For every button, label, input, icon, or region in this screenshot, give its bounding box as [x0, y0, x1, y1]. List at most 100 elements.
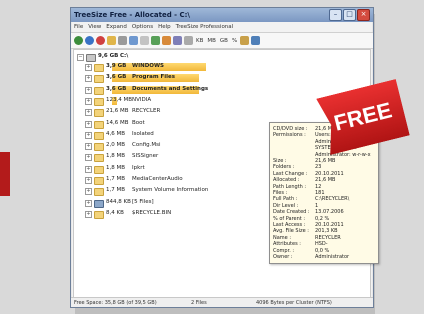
tooltip-key: Folders :	[273, 164, 295, 171]
folder-size: 1,8 MB	[106, 164, 126, 171]
expand-icon[interactable]: +	[85, 97, 92, 105]
folder-icon	[94, 109, 104, 118]
expand-icon[interactable]: +	[85, 154, 92, 162]
tooltip-key: Path Length :	[273, 183, 307, 190]
expand-icon[interactable]: +	[85, 64, 92, 71]
status-free-space: Free Space: 35,8 GB (of 39,5 GB)	[74, 300, 157, 306]
left-red-panel	[0, 152, 10, 196]
stop-icon[interactable]	[96, 36, 105, 45]
expand-icon[interactable]: +	[85, 210, 92, 218]
gb-button[interactable]: GB	[219, 38, 229, 44]
sort-icon[interactable]	[240, 36, 250, 45]
tooltip-key: Name :	[273, 234, 292, 241]
tooltip-value: 1	[315, 202, 319, 209]
close-icon[interactable]: ×	[357, 9, 370, 21]
collapse-icon[interactable]: −	[77, 54, 84, 61]
scan-icon[interactable]	[74, 36, 83, 45]
menu-expand[interactable]: Expand	[106, 24, 127, 30]
expand-icon[interactable]: +	[85, 75, 92, 83]
tooltip-key: Last Change :	[273, 170, 308, 177]
folder-icon	[94, 165, 104, 174]
tooltip-value: 21,6 MB	[315, 177, 336, 184]
tree-row[interactable]: +3,6 GB Program Files	[74, 73, 370, 84]
tooltip-value: 12	[315, 183, 322, 190]
toolbar: KB MB GB %	[71, 33, 373, 49]
folder-icon	[94, 75, 104, 84]
percent-icon[interactable]	[162, 36, 171, 45]
menu-help[interactable]: Help	[158, 24, 171, 30]
mb-button[interactable]: MB	[206, 38, 217, 44]
tooltip-value: 201,3 KB	[315, 228, 338, 235]
filter-icon[interactable]	[251, 36, 261, 45]
kb-button[interactable]: KB	[195, 38, 204, 44]
folder-size: 3,6 GB	[106, 85, 127, 92]
expand-icon[interactable]: +	[85, 109, 92, 117]
folder-open-icon[interactable]	[107, 36, 116, 45]
window-title: TreeSize Free - Allocated - C:\	[74, 11, 190, 19]
percent-button[interactable]: %	[231, 38, 238, 44]
tree-row[interactable]: +3,9 GB WINDOWS	[74, 62, 370, 72]
tooltip-key: Allocated :	[273, 177, 300, 184]
title-bar[interactable]: TreeSize Free - Allocated - C:\ – □ ×	[71, 8, 373, 22]
folder-icon	[94, 120, 104, 129]
folder-icon	[94, 199, 104, 208]
refresh-icon[interactable]	[85, 36, 94, 45]
expand-icon[interactable]: +	[85, 131, 92, 139]
folder-icon	[94, 177, 104, 185]
menu-file[interactable]: File	[74, 24, 83, 30]
tooltip-value: 21,6 MB	[315, 158, 336, 164]
tooltip-key: CD/DVD size :	[273, 126, 308, 132]
copy-icon[interactable]	[140, 36, 149, 45]
tooltip-key: Compr. :	[273, 247, 295, 254]
menu-view[interactable]: View	[88, 24, 101, 30]
free-badge-text: FREE	[331, 97, 395, 136]
folder-name: MediaCenterAudio	[132, 176, 183, 182]
folder-name: Config.Msi	[132, 142, 161, 149]
tree-root-row[interactable]: − 9,6 GB C:\	[74, 52, 370, 62]
root-name: C:\	[120, 53, 129, 59]
print-icon[interactable]	[118, 36, 127, 45]
expand-icon[interactable]: +	[85, 177, 92, 184]
folder-name: NVIDIA	[132, 96, 152, 103]
expand-icon[interactable]: +	[85, 199, 92, 207]
folder-name: WINDOWS	[132, 63, 164, 69]
tooltip-key: Full Path :	[273, 196, 298, 203]
tooltip-value: 181	[315, 190, 325, 196]
tooltip-value: Administrator: w-r-w-x	[315, 151, 371, 158]
tooltip-key: Attributes :	[273, 241, 301, 248]
folder-size: 8,4 KB	[106, 209, 124, 216]
folder-name: System Volume Information	[132, 187, 209, 194]
settings-icon[interactable]	[184, 36, 193, 45]
menu-options[interactable]: Options	[132, 24, 153, 30]
expand-icon[interactable]: +	[85, 120, 92, 128]
status-files: 2 Files	[191, 300, 207, 306]
minimize-icon[interactable]: –	[329, 9, 342, 21]
folder-name: [5 Files]	[132, 198, 154, 205]
view-icon[interactable]	[173, 36, 182, 45]
export-icon[interactable]	[129, 36, 138, 45]
folder-name: Ipkrt	[132, 164, 145, 171]
folder-size: 123,4 MB	[106, 96, 133, 103]
folder-size: 2,0 MB	[106, 142, 126, 149]
expand-icon[interactable]: +	[85, 165, 92, 173]
folder-name: $RECYCLE.BIN	[132, 209, 172, 216]
tooltip-value: 13.07.2006	[315, 209, 344, 216]
status-cluster: 4096 Bytes per Cluster (NTFS)	[256, 300, 332, 306]
treesize-window: TreeSize Free - Allocated - C:\ – □ × Fi…	[70, 7, 379, 308]
tooltip-key: Dir Level :	[273, 202, 299, 209]
tree-row[interactable]: +3,6 GB Documents and Settings	[74, 85, 370, 95]
folder-name: Documents and Settings	[132, 85, 209, 92]
folder-icon	[94, 131, 104, 140]
folder-name: SISSigner	[132, 153, 159, 160]
expand-icon[interactable]: +	[85, 188, 92, 196]
maximize-icon[interactable]: □	[343, 9, 356, 21]
tooltip-value: RECYCLER	[315, 234, 341, 241]
expand-icon[interactable]: +	[85, 86, 92, 94]
menu-professional[interactable]: TreeSize Professional	[176, 24, 234, 30]
expand-icon[interactable]: +	[85, 143, 92, 151]
tooltip-key: Owner :	[273, 254, 293, 260]
folder-icon	[94, 188, 104, 197]
chart-icon[interactable]	[151, 36, 160, 45]
folder-icon	[94, 64, 104, 72]
tooltip-key: % of Parent :	[273, 215, 306, 222]
